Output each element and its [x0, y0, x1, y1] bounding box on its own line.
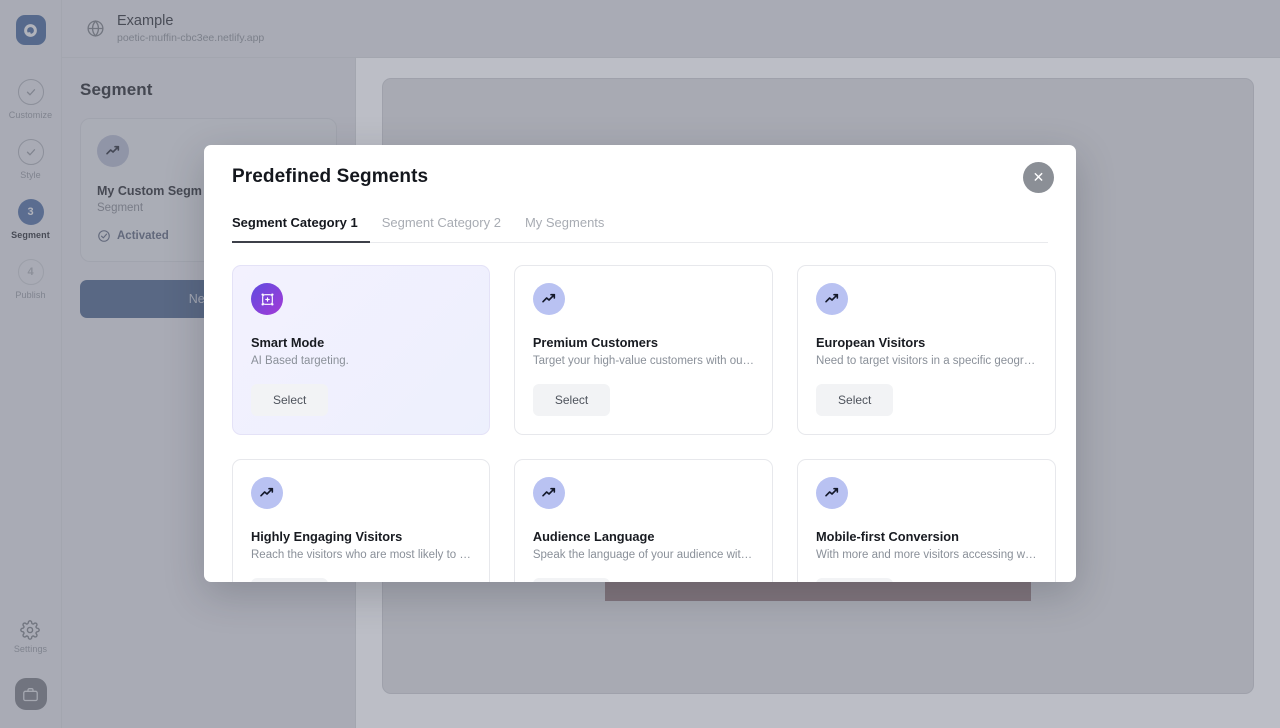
segment-card-desc: Need to target visitors in a specific ge…	[816, 355, 1036, 367]
modal-header: Predefined Segments Segment Category 1 S…	[204, 145, 1076, 243]
segment-card[interactable]: European Visitors Need to target visitor…	[797, 265, 1055, 435]
segment-card-title: European Visitors	[816, 335, 1036, 350]
select-button[interactable]: Select	[816, 384, 893, 416]
select-button[interactable]: Select	[251, 578, 328, 582]
trending-up-icon	[533, 477, 565, 509]
trending-up-icon	[816, 283, 848, 315]
select-button[interactable]: Select	[251, 384, 328, 416]
tab-segment-category-2[interactable]: Segment Category 2	[370, 215, 513, 243]
segment-card-title: Audience Language	[533, 529, 754, 544]
tab-segment-category-1[interactable]: Segment Category 1	[232, 215, 370, 243]
ai-target-icon	[251, 283, 283, 315]
segment-card-desc: With more and more visitors accessing w…	[816, 549, 1036, 561]
segment-card-desc: Reach the visitors who are most likely t…	[251, 549, 471, 561]
segment-card-desc: Speak the language of your audience wit…	[533, 549, 754, 561]
segment-card-title: Highly Engaging Visitors	[251, 529, 471, 544]
predefined-segments-modal: ✕ Predefined Segments Segment Category 1…	[204, 145, 1076, 582]
segment-card[interactable]: Audience Language Speak the language of …	[514, 459, 773, 582]
modal-tabs: Segment Category 1 Segment Category 2 My…	[232, 215, 1048, 243]
segment-card[interactable]: Highly Engaging Visitors Reach the visit…	[232, 459, 490, 582]
trending-up-icon	[533, 283, 565, 315]
segment-card[interactable]: Smart Mode AI Based targeting. Select	[232, 265, 490, 435]
modal-title: Predefined Segments	[232, 166, 1048, 188]
segment-card-desc: Target your high-value customers with ou…	[533, 355, 754, 367]
select-button[interactable]: Select	[816, 578, 893, 582]
close-icon[interactable]: ✕	[1023, 162, 1054, 193]
segment-card-title: Smart Mode	[251, 335, 471, 350]
trending-up-icon	[251, 477, 283, 509]
select-button[interactable]: Select	[533, 578, 610, 582]
segment-card-title: Premium Customers	[533, 335, 754, 350]
segment-card-grid: Smart Mode AI Based targeting. Select Pr…	[204, 243, 1076, 582]
trending-up-icon	[816, 477, 848, 509]
segment-card-desc: AI Based targeting.	[251, 355, 471, 367]
segment-card-title: Mobile-first Conversion	[816, 529, 1036, 544]
select-button[interactable]: Select	[533, 384, 610, 416]
segment-card[interactable]: Mobile-first Conversion With more and mo…	[797, 459, 1055, 582]
segment-card[interactable]: Premium Customers Target your high-value…	[514, 265, 773, 435]
tab-my-segments[interactable]: My Segments	[513, 215, 616, 243]
